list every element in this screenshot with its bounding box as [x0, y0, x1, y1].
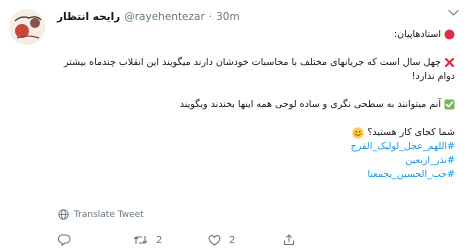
check-mark-icon: [444, 99, 455, 110]
tweet-line: شما کجای کار هستید؟: [57, 126, 455, 140]
tweet-text: استادهاپیان: چهل سال است که جریانهای مخت…: [57, 28, 455, 182]
avatar-image: [9, 9, 45, 45]
tweet-line: چهل سال است که جریانهای مختلف با محاسبات…: [64, 57, 455, 82]
hashtag-link[interactable]: #نذر_اربعین: [57, 154, 455, 168]
retweet-button[interactable]: 2: [133, 234, 208, 246]
tweet-header: رایحه انتظار @rayehentezar · 30m: [57, 10, 240, 24]
heart-icon: [208, 235, 221, 246]
retweet-icon: [133, 236, 148, 244]
reply-icon: [58, 234, 71, 246]
smiling-face-icon: [352, 126, 364, 139]
like-button[interactable]: 2: [208, 234, 283, 246]
author-handle[interactable]: @rayehentezar: [124, 10, 205, 24]
retweet-count: 2: [156, 234, 163, 246]
avatar[interactable]: [9, 9, 45, 45]
cross-mark-icon: [444, 57, 455, 68]
separator: ·: [208, 11, 213, 23]
like-count: 2: [229, 234, 236, 246]
author-name[interactable]: رایحه انتظار: [57, 10, 120, 24]
share-icon: [283, 234, 295, 246]
reply-button[interactable]: [58, 234, 133, 246]
tweet-line: آنم میتوانند به سطحی نگری و ساده لوحی هم…: [57, 98, 455, 112]
hashtag-link[interactable]: #حب_الحسین_یجمعنا: [57, 168, 455, 182]
translate-label[interactable]: Translate Tweet: [74, 210, 144, 220]
tweet-line: استادهاپیان:: [57, 28, 455, 42]
share-button[interactable]: [283, 234, 358, 246]
chevron-down-icon[interactable]: [448, 9, 459, 17]
translate-tweet-link[interactable]: Translate Tweet: [58, 209, 144, 220]
tweet-actions: 2 2: [58, 233, 358, 247]
timestamp[interactable]: 30m: [216, 10, 240, 24]
red-circle-icon: [444, 29, 455, 40]
hashtag-link[interactable]: #اللهم_عجل_لولیک_الفرج: [57, 140, 455, 154]
globe-icon: [58, 209, 69, 220]
